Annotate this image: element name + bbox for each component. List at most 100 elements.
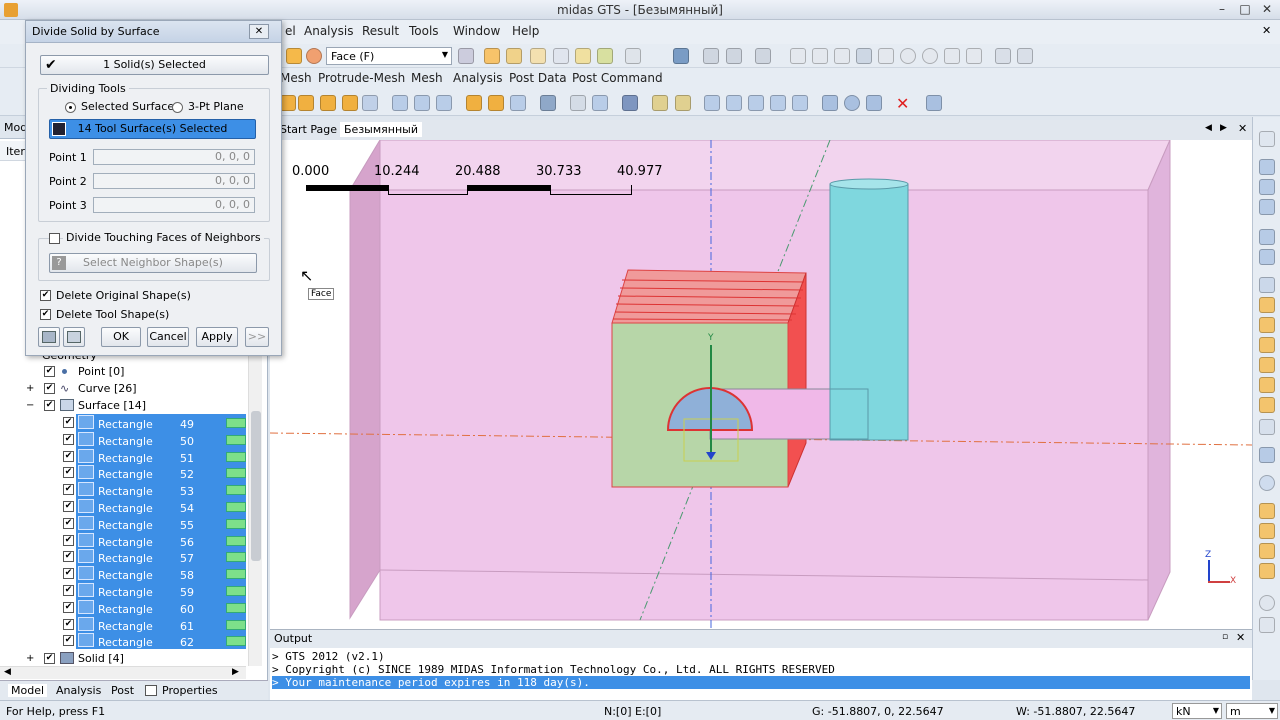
- surface-rect-row[interactable]: ✔ Rectangle 58: [0, 565, 246, 583]
- boolean-intersect-icon[interactable]: [436, 95, 452, 111]
- dialog-title-bar[interactable]: Divide Solid by Surface ✕: [26, 21, 281, 43]
- display-mode-icon[interactable]: [1259, 447, 1275, 463]
- surface-rect-checkbox[interactable]: ✔: [63, 601, 74, 613]
- view-back-icon[interactable]: [726, 95, 742, 111]
- tab-properties[interactable]: Properties: [162, 684, 218, 697]
- radio-3pt-plane[interactable]: [172, 102, 183, 113]
- tab-next-icon[interactable]: ▶: [1220, 123, 1227, 133]
- minimize-icon[interactable]: –: [1215, 2, 1229, 16]
- surface-rect-row[interactable]: ✔ Rectangle 52: [0, 464, 246, 482]
- surface-rect-item[interactable]: Rectangle 59: [76, 582, 246, 599]
- pick-edge-icon[interactable]: [530, 48, 546, 64]
- ok-button[interactable]: OK: [101, 327, 141, 347]
- hide-button[interactable]: [63, 327, 85, 347]
- surface-rect-item[interactable]: Rectangle 51: [76, 447, 246, 465]
- snap-grid-icon[interactable]: [726, 48, 742, 64]
- surface-rect-checkbox[interactable]: ✔: [63, 635, 74, 647]
- pick-all-icon[interactable]: [597, 48, 613, 64]
- embed-icon[interactable]: [570, 95, 586, 111]
- point1-field[interactable]: 0, 0, 0: [93, 149, 255, 165]
- menu-item-analysis[interactable]: Analysis: [304, 24, 353, 38]
- expand-icon[interactable]: +: [26, 380, 34, 397]
- delete-icon[interactable]: ✕: [896, 94, 909, 113]
- imprint-icon[interactable]: [592, 95, 608, 111]
- maximize-icon[interactable]: □: [1238, 2, 1252, 16]
- output-pin-icon[interactable]: ▫: [1222, 632, 1228, 642]
- surface-rect-checkbox[interactable]: ✔: [63, 517, 74, 529]
- tab-close-icon[interactable]: ✕: [1238, 122, 1247, 135]
- grid-icon[interactable]: [703, 48, 719, 64]
- undo-icon[interactable]: [926, 95, 942, 111]
- surface-rect-checkbox[interactable]: ✔: [63, 585, 74, 596]
- mdi-close-icon[interactable]: ✕: [1262, 24, 1271, 37]
- revolve-icon[interactable]: [298, 95, 314, 111]
- dialog-close-icon[interactable]: ✕: [249, 24, 269, 39]
- surface-rect-row[interactable]: ✔ Rectangle 51: [0, 447, 246, 465]
- surface-rect-row[interactable]: ✔ Rectangle 62: [0, 632, 246, 650]
- surface-rect-row[interactable]: ✔ Rectangle 59: [0, 582, 246, 599]
- zoom-out-icon[interactable]: [1259, 249, 1275, 265]
- surface-rect-item[interactable]: Rectangle 52: [76, 464, 246, 482]
- tab-model[interactable]: Model: [8, 684, 48, 697]
- surface-rect-item[interactable]: Rectangle 49: [76, 414, 246, 431]
- view-front-side-icon[interactable]: [1259, 297, 1275, 313]
- menu-item-window[interactable]: Window: [453, 24, 500, 38]
- fillet-icon[interactable]: [466, 95, 482, 111]
- zoom-window-icon[interactable]: [1259, 159, 1275, 175]
- point2-field[interactable]: 0, 0, 0: [93, 173, 255, 189]
- surface-rect-checkbox[interactable]: ✔: [63, 417, 74, 428]
- output-close-icon[interactable]: ✕: [1236, 631, 1245, 644]
- surface-rect-item[interactable]: Rectangle 53: [76, 481, 246, 499]
- panel-tab-model[interactable]: Mod: [4, 121, 27, 134]
- surface-rect-item[interactable]: Rectangle 62: [76, 632, 246, 650]
- close-icon[interactable]: ✕: [1260, 2, 1274, 16]
- zoom-fit-icon[interactable]: [1259, 179, 1275, 195]
- boolean-union-icon[interactable]: [392, 95, 408, 111]
- view-top-icon[interactable]: [792, 95, 808, 111]
- solid-selection-button[interactable]: ✔ 1 Solid(s) Selected: [40, 55, 269, 75]
- divide-solid-icon[interactable]: [540, 95, 556, 111]
- view-right-side-icon[interactable]: [1259, 317, 1275, 333]
- rotate-view-icon[interactable]: [1259, 475, 1275, 491]
- rotate-icon[interactable]: [844, 95, 860, 111]
- snap-icon-5[interactable]: [878, 48, 894, 64]
- display-icon[interactable]: [673, 48, 689, 64]
- tab-post-command[interactable]: Post Command: [572, 71, 663, 85]
- tab-post-data[interactable]: Post Data: [509, 71, 567, 85]
- point3-field[interactable]: 0, 0, 0: [93, 197, 255, 213]
- fuse-icon[interactable]: [622, 95, 638, 111]
- pick-face-icon[interactable]: [506, 48, 522, 64]
- expand-icon[interactable]: +: [26, 650, 34, 667]
- surface-rect-row[interactable]: ✔ Rectangle 49: [0, 414, 246, 431]
- filter-icon[interactable]: [458, 48, 474, 64]
- surface-rect-row[interactable]: ✔ Rectangle 56: [0, 531, 246, 549]
- view-bottom-side-icon[interactable]: [1259, 357, 1275, 373]
- radio-selected-surface[interactable]: [65, 102, 76, 113]
- snap-icon-9[interactable]: [966, 48, 982, 64]
- surface-rect-item[interactable]: Rectangle 60: [76, 598, 246, 616]
- shell-icon[interactable]: [510, 95, 526, 111]
- surface-rect-checkbox[interactable]: ✔: [63, 551, 74, 563]
- horizontal-scrollbar[interactable]: ◀ ▶: [0, 666, 246, 679]
- cancel-button[interactable]: Cancel: [147, 327, 189, 347]
- tab-post[interactable]: Post: [111, 684, 134, 697]
- apply-button[interactable]: Apply: [196, 327, 238, 347]
- selection-options-icon[interactable]: [625, 48, 641, 64]
- preview-button[interactable]: [38, 327, 60, 347]
- tab-document[interactable]: Безымянный: [340, 122, 422, 137]
- tab-analysis-panel[interactable]: Analysis: [56, 684, 101, 697]
- face-select-dropdown[interactable]: Face (F) ▼: [326, 47, 452, 65]
- force-unit-select[interactable]: kN ▼: [1172, 703, 1222, 719]
- select-mode-icon[interactable]: [306, 48, 322, 64]
- pan-right-icon[interactable]: [1259, 543, 1275, 559]
- pick-solid-icon[interactable]: [484, 48, 500, 64]
- tree-solid[interactable]: + ✔ Solid [4]: [26, 650, 246, 667]
- loft-icon[interactable]: [342, 95, 358, 111]
- tab-start-page[interactable]: Start Page: [280, 123, 337, 136]
- boolean-cut-icon[interactable]: [414, 95, 430, 111]
- scroll-right-icon[interactable]: ▶: [232, 667, 239, 677]
- surface-rect-item[interactable]: Rectangle 56: [76, 531, 246, 549]
- view-left-icon[interactable]: [748, 95, 764, 111]
- view-left-side-icon[interactable]: [1259, 377, 1275, 393]
- surface-rect-row[interactable]: ✔ Rectangle 61: [0, 615, 246, 633]
